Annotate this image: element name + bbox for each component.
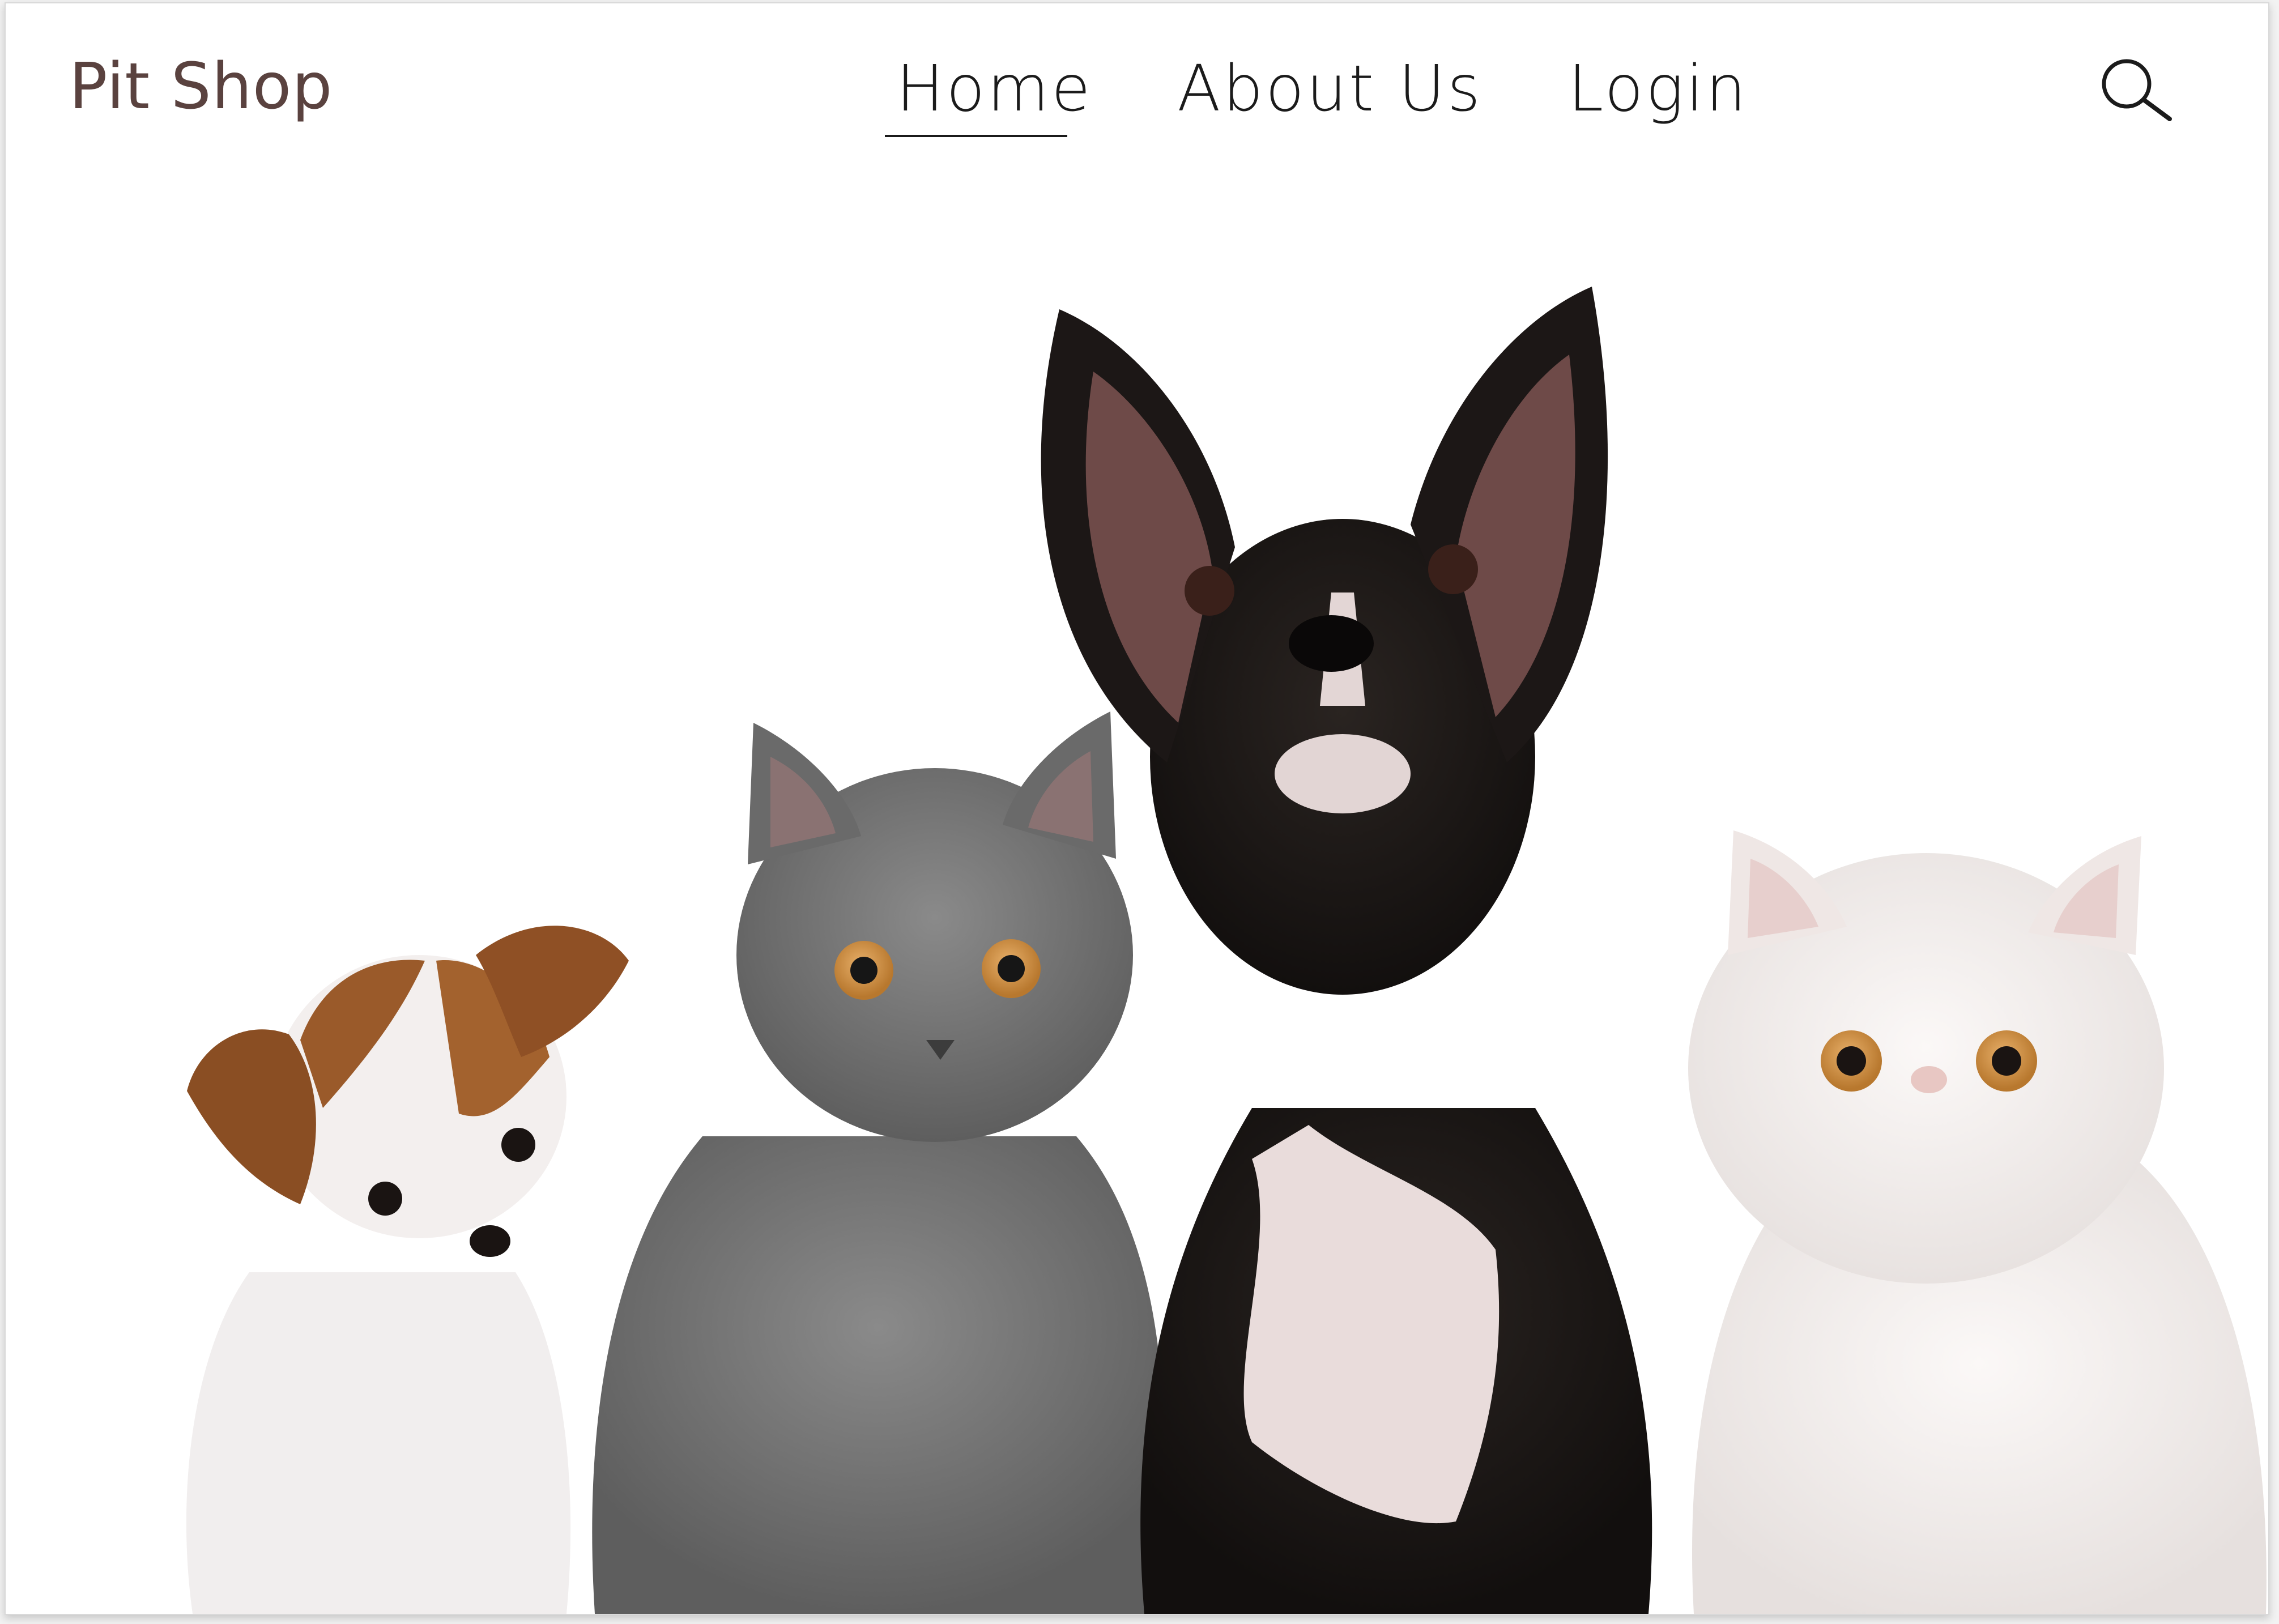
top-navigation: Pit Shop Home About Us Login: [6, 3, 2268, 173]
white-persian-cat: [1688, 830, 2267, 1614]
search-button[interactable]: [2091, 56, 2176, 123]
hero-pets-image: [6, 275, 2268, 1614]
nav-login-link[interactable]: Login: [1568, 52, 1748, 126]
active-nav-underline: [885, 135, 1067, 137]
brand-logo[interactable]: Pit Shop: [69, 50, 333, 123]
chihuahua-puppy: [186, 926, 629, 1614]
nav-about-us-link[interactable]: About Us: [1177, 52, 1483, 126]
nav-home-link[interactable]: Home: [896, 52, 1093, 126]
gray-kitten: [592, 711, 1165, 1614]
search-icon: [2102, 59, 2172, 121]
browser-frame: Pit Shop Home About Us Login: [5, 2, 2269, 1615]
